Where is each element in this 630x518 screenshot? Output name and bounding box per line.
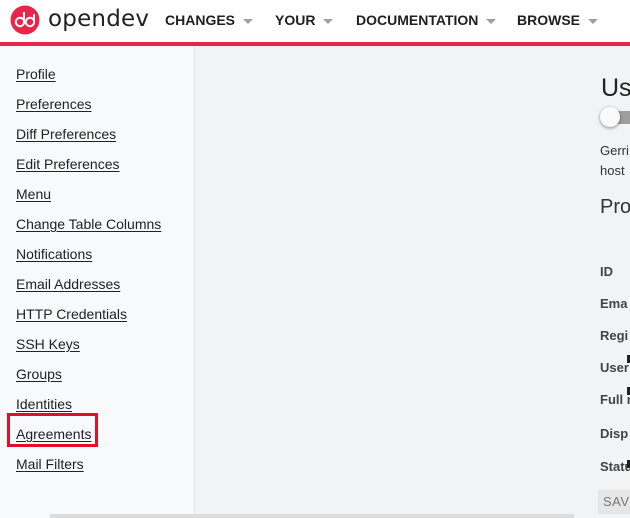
main-content (195, 46, 630, 518)
top-header: opendev CHANGES YOUR DOCUMENTATION BROWS… (0, 0, 630, 46)
sidebar-item-change-table-columns[interactable]: Change Table Columns (16, 216, 161, 232)
save-button[interactable]: SAV (598, 490, 630, 514)
nav-documentation-label: DOCUMENTATION (356, 12, 479, 28)
nav-browse-label: BROWSE (517, 12, 580, 28)
sidebar-item-groups[interactable]: Groups (16, 366, 62, 382)
agreements-highlight-box (7, 413, 98, 447)
toggle-switch[interactable] (600, 107, 620, 127)
sidebar-item-profile[interactable]: Profile (16, 66, 56, 82)
field-label-status: Statu (600, 459, 630, 474)
nav-changes-menu[interactable]: CHANGES (165, 12, 254, 28)
chevron-down-icon (323, 18, 334, 24)
field-label-id: ID (600, 264, 613, 279)
settings-sidebar: Profile Preferences Diff Preferences Edi… (0, 46, 195, 518)
field-label-display-name: Disp (600, 426, 629, 441)
opendev-logo-icon[interactable] (10, 5, 40, 35)
field-label-registered: Regi (600, 328, 629, 343)
brand-name[interactable]: opendev (48, 6, 149, 32)
panel-description-line-2: host (600, 163, 625, 178)
field-label-email: Ema (600, 296, 628, 311)
sidebar-item-preferences[interactable]: Preferences (16, 96, 91, 112)
sidebar-item-edit-preferences[interactable]: Edit Preferences (16, 156, 120, 172)
sidebar-item-diff-preferences[interactable]: Diff Preferences (16, 126, 116, 142)
field-label-username: User (600, 360, 629, 375)
section-title: Pro (600, 196, 630, 218)
horizontal-scrollbar[interactable] (50, 514, 574, 518)
sidebar-item-identities[interactable]: Identities (16, 396, 72, 412)
nav-browse-menu[interactable]: BROWSE (517, 12, 598, 28)
nav-documentation-menu[interactable]: DOCUMENTATION (356, 12, 497, 28)
field-label-full-name: Full r (600, 392, 630, 407)
panel-description-line-1: Gerri (600, 143, 629, 158)
chevron-down-icon (243, 18, 254, 24)
sidebar-item-ssh-keys[interactable]: SSH Keys (16, 336, 80, 352)
nav-your-menu[interactable]: YOUR (275, 12, 334, 28)
sidebar-item-http-credentials[interactable]: HTTP Credentials (16, 306, 127, 322)
sidebar-item-menu[interactable]: Menu (16, 186, 51, 202)
sidebar-item-email-addresses[interactable]: Email Addresses (16, 276, 120, 292)
chevron-down-icon (486, 18, 497, 24)
chevron-down-icon (588, 18, 598, 24)
nav-your-label: YOUR (275, 12, 316, 28)
page-title: Us (601, 74, 630, 102)
sidebar-item-notifications[interactable]: Notifications (16, 246, 92, 262)
settings-panel: Us Gerri host Pro ID Ema Regi User Full … (594, 46, 630, 518)
sidebar-item-mail-filters[interactable]: Mail Filters (16, 456, 84, 472)
nav-changes-label: CHANGES (165, 12, 236, 28)
